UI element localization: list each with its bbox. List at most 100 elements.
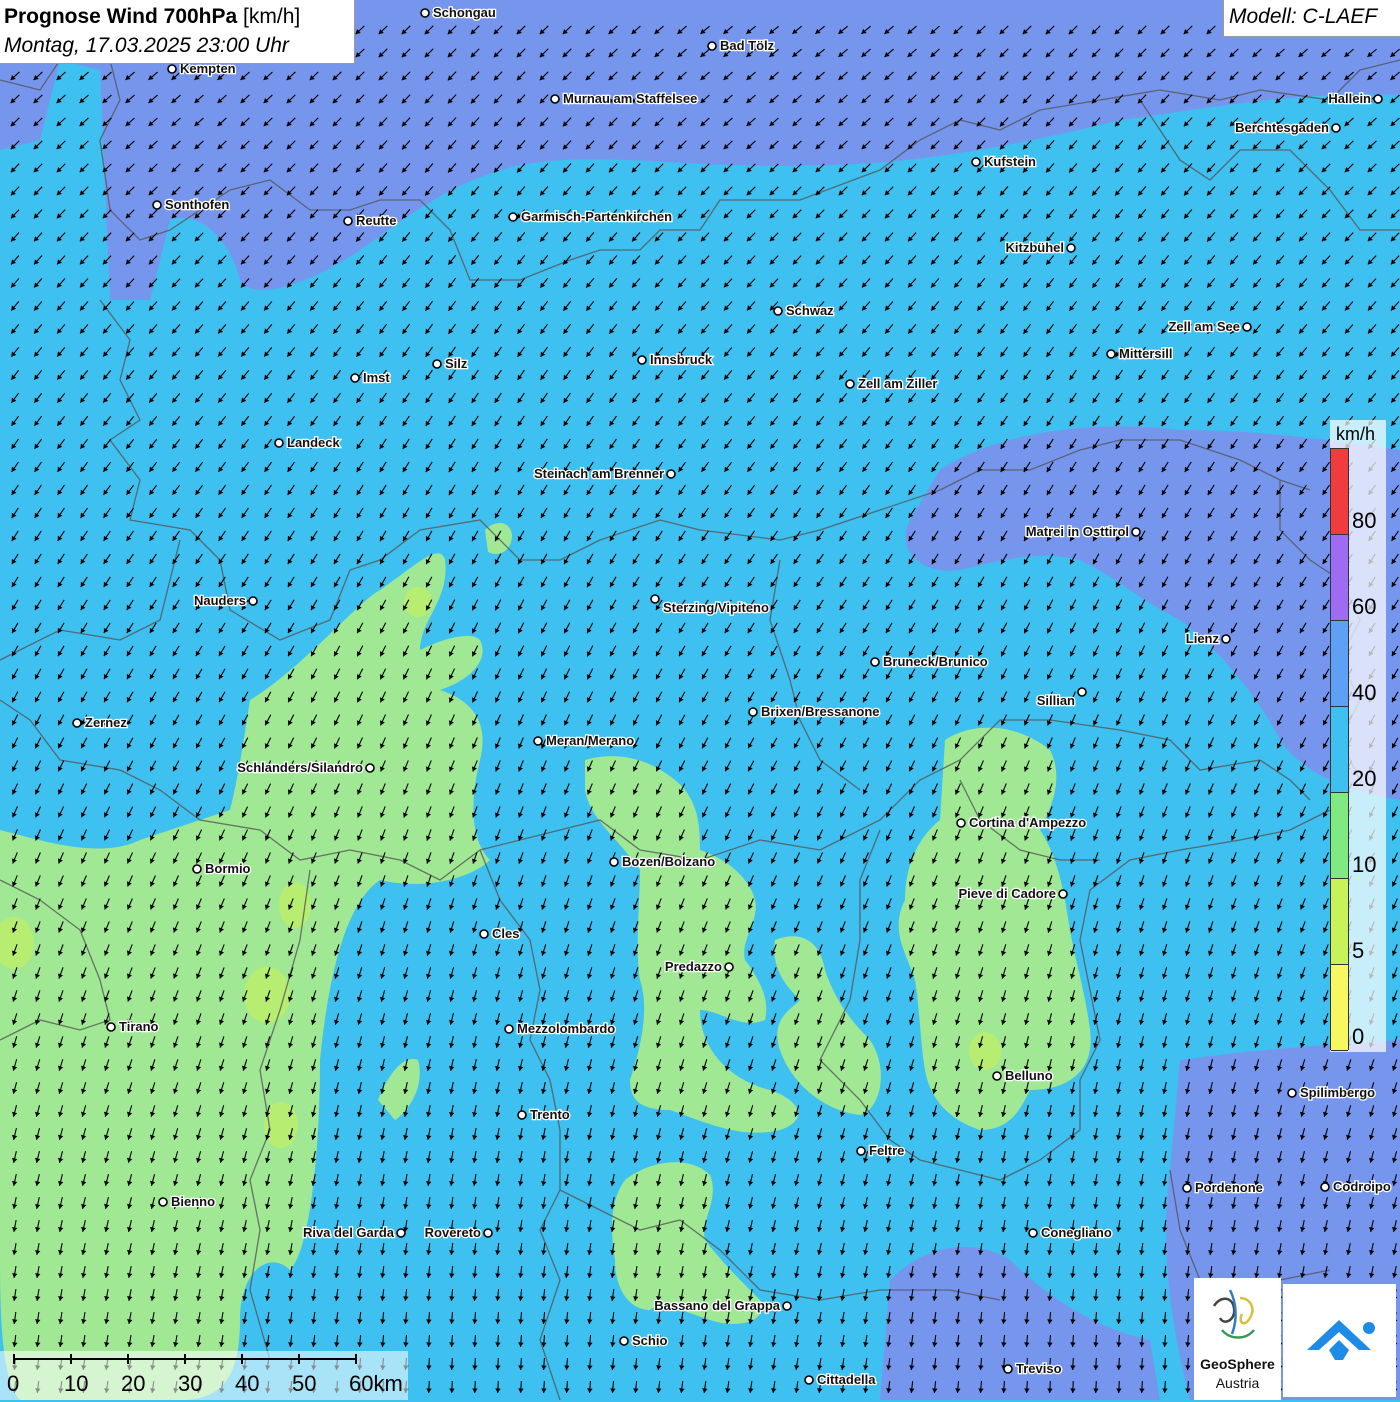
- geosphere-name: GeoSphere: [1194, 1356, 1281, 1372]
- city-label: Meran/Merano: [546, 733, 634, 748]
- city-dot-icon: [783, 1302, 791, 1310]
- city-dot-icon: [1078, 688, 1086, 696]
- city-dot-icon: [651, 595, 659, 603]
- scale-tick: [13, 1354, 15, 1364]
- city-label: Schongau: [433, 5, 496, 20]
- city-label: Schlanders/Silandro: [237, 760, 363, 775]
- forecast-datetime: Montag, 17.03.2025 23:00 Uhr: [4, 34, 289, 58]
- city-marker: Brixen/Bressanone: [749, 704, 880, 719]
- city-label: Zernez: [85, 715, 127, 730]
- city-dot-icon: [1029, 1229, 1037, 1237]
- scale-tick: [355, 1354, 357, 1364]
- city-label: Conegliano: [1041, 1225, 1112, 1240]
- model-label: Modell: C-LAEF: [1223, 0, 1400, 37]
- legend-tick-label: 0: [1352, 1024, 1364, 1050]
- city-label: Cortina d'Ampezzo: [969, 815, 1086, 830]
- city-marker: Pieve di Cadore: [958, 886, 1067, 901]
- city-marker: Bruneck/Brunico: [871, 654, 988, 669]
- city-marker: Spilimbergo: [1288, 1085, 1375, 1100]
- city-dot-icon: [534, 737, 542, 745]
- city-label: Pordenone: [1195, 1180, 1263, 1195]
- scale-label: 60km: [349, 1371, 403, 1397]
- city-dot-icon: [168, 65, 176, 73]
- city-dot-icon: [774, 307, 782, 315]
- city-marker: Mezzolombardo: [505, 1021, 615, 1036]
- city-label: Silz: [445, 356, 468, 371]
- city-label: Predazzo: [665, 959, 722, 974]
- city-dot-icon: [620, 1337, 628, 1345]
- city-label: Lienz: [1186, 631, 1220, 646]
- city-dot-icon: [1004, 1365, 1012, 1373]
- legend-swatch: [1331, 793, 1348, 879]
- city-dot-icon: [1132, 528, 1140, 536]
- wind-map: SchongauBad TölzKemptenMurnau am Staffel…: [0, 0, 1400, 1400]
- city-label: Zell am Ziller: [858, 376, 937, 391]
- city-label: Mezzolombardo: [517, 1021, 615, 1036]
- city-dot-icon: [610, 858, 618, 866]
- city-label: Sterzing/Vipiteno: [663, 600, 769, 615]
- scale-label: 0: [7, 1371, 19, 1397]
- city-label: Spilimbergo: [1300, 1085, 1375, 1100]
- city-dot-icon: [993, 1072, 1001, 1080]
- city-label: Cittadella: [817, 1372, 876, 1387]
- scale-tick: [127, 1354, 129, 1364]
- scale-tick: [70, 1354, 72, 1364]
- city-dot-icon: [421, 9, 429, 17]
- city-label: Matrei in Osttirol: [1026, 524, 1129, 539]
- city-dot-icon: [708, 42, 716, 50]
- wind-zone-calm: [279, 882, 311, 928]
- city-label: Bassano del Grappa: [654, 1298, 780, 1313]
- city-dot-icon: [805, 1376, 813, 1384]
- legend-tick-label: 40: [1352, 680, 1376, 706]
- city-dot-icon: [1067, 244, 1075, 252]
- scale-tick: [184, 1354, 186, 1364]
- city-dot-icon: [638, 356, 646, 364]
- city-marker: Sonthofen: [153, 197, 229, 212]
- city-label: Pieve di Cadore: [958, 886, 1056, 901]
- city-dot-icon: [1107, 350, 1115, 358]
- city-label: Bormio: [205, 861, 251, 876]
- legend-swatch: [1331, 965, 1348, 1051]
- city-dot-icon: [1374, 95, 1382, 103]
- city-label: Imst: [363, 370, 390, 385]
- legend-swatch: [1331, 535, 1348, 621]
- city-label: Zell am See: [1168, 319, 1240, 334]
- city-label: Murnau am Staffelsee: [563, 91, 697, 106]
- city-label: Reutte: [356, 213, 396, 228]
- legend-tick-label: 20: [1352, 766, 1376, 792]
- city-dot-icon: [1288, 1089, 1296, 1097]
- city-dot-icon: [509, 213, 517, 221]
- city-label: Mittersill: [1119, 346, 1172, 361]
- title-text: Prognose Wind 700hPa: [4, 5, 237, 28]
- legend-unit: km/h: [1336, 424, 1375, 445]
- scale-label: 20: [121, 1371, 145, 1397]
- city-dot-icon: [1183, 1184, 1191, 1192]
- city-dot-icon: [480, 930, 488, 938]
- city-dot-icon: [871, 658, 879, 666]
- city-label: Bozen/Bolzano: [622, 854, 715, 869]
- geosphere-sub: Austria: [1194, 1375, 1281, 1391]
- legend-swatch: [1331, 879, 1348, 965]
- city-dot-icon: [484, 1229, 492, 1237]
- city-dot-icon: [1243, 323, 1251, 331]
- city-label: Brixen/Bressanone: [761, 704, 880, 719]
- geosphere-logo: GeoSphere Austria: [1194, 1278, 1281, 1400]
- city-label: Schwaz: [786, 303, 834, 318]
- city-dot-icon: [1059, 890, 1067, 898]
- city-label: Innsbruck: [650, 352, 713, 367]
- city-label: Codroipo: [1333, 1179, 1391, 1194]
- scale-label: 50: [292, 1371, 316, 1397]
- city-label: Treviso: [1016, 1361, 1062, 1376]
- city-marker: Schlanders/Silandro: [237, 760, 374, 775]
- wind-zone-calm: [969, 1032, 1001, 1070]
- city-label: Kufstein: [984, 154, 1036, 169]
- city-label: Bad Tölz: [720, 38, 775, 53]
- city-label: Hallein: [1328, 91, 1371, 106]
- city-dot-icon: [275, 439, 283, 447]
- city-label: Sillian: [1037, 693, 1075, 708]
- city-dot-icon: [667, 470, 675, 478]
- city-label: Schio: [632, 1333, 667, 1348]
- city-marker: Zell am Ziller: [846, 376, 937, 391]
- city-label: Trento: [530, 1107, 570, 1122]
- model-text: Modell: C-LAEF: [1229, 5, 1377, 29]
